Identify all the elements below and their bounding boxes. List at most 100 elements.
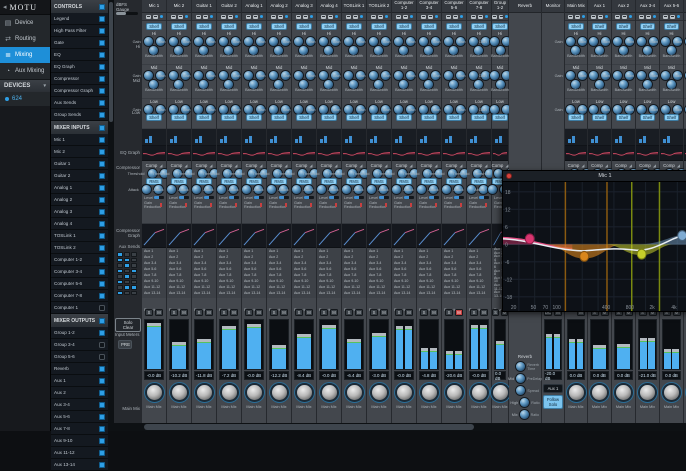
expand-icon[interactable]: ◢	[677, 163, 680, 168]
enable-toggle[interactable]	[99, 52, 105, 58]
hi-shelf-button[interactable]: Shelf	[296, 23, 312, 30]
low-shelf-button[interactable]: Shelf	[171, 114, 187, 121]
expand-icon[interactable]: ◢	[209, 163, 212, 168]
mixer-outputs-toggle[interactable]	[99, 318, 105, 324]
gate-icon[interactable]	[203, 15, 208, 19]
pan-knob[interactable]	[272, 385, 287, 400]
aux-send-slider[interactable]: Aux 13-14	[369, 292, 389, 296]
expand-icon[interactable]: ◢	[505, 163, 508, 168]
mute-button[interactable]: M	[455, 309, 463, 316]
list-item[interactable]: Compressor Graph	[51, 85, 108, 97]
eq-graph-thumbnail[interactable]	[588, 146, 611, 161]
eq-graph-thumbnail[interactable]	[217, 146, 241, 161]
mute-button[interactable]: M	[180, 309, 188, 316]
pan-knob[interactable]	[447, 385, 462, 400]
compressor-graph-thumbnail[interactable]	[167, 224, 191, 248]
aux-send-enable[interactable]	[117, 252, 123, 257]
aux-send-slider[interactable]: Aux 13-14	[344, 292, 364, 296]
gate-icon[interactable]	[253, 15, 258, 19]
aux-send-enable[interactable]	[131, 274, 137, 279]
comp-level-slider[interactable]	[479, 196, 489, 199]
aux-send-slider[interactable]: Aux 3-4	[419, 262, 439, 266]
aux-send-enable[interactable]	[131, 252, 137, 257]
aux-send-slider[interactable]: Aux 1	[219, 250, 239, 254]
mixer-inputs-header[interactable]: MIXER INPUTS	[51, 121, 108, 134]
hi-shelf-button[interactable]: Shelf	[446, 23, 462, 30]
solo-button[interactable]: S	[420, 309, 428, 316]
attack-knob[interactable]	[217, 185, 226, 194]
hi-shelf-button[interactable]: Shelf	[664, 23, 680, 30]
aux-send-slider[interactable]: Aux 3-4	[219, 262, 239, 266]
channel-name[interactable]: Computer 3-4	[417, 0, 441, 13]
reverb-send-slider[interactable]: Reverb	[267, 298, 291, 307]
aux-send-slider[interactable]: Aux 11-12	[394, 286, 414, 290]
gain-knob[interactable]	[369, 105, 378, 114]
pan-knob[interactable]	[422, 385, 437, 400]
expand-icon[interactable]: ◢	[284, 163, 287, 168]
gain-knob[interactable]	[419, 37, 428, 46]
hpf-icon[interactable]	[346, 15, 351, 19]
hpf-icon[interactable]	[271, 15, 276, 19]
pan-knob[interactable]	[493, 385, 508, 400]
back-icon[interactable]: ◂	[3, 3, 7, 11]
aux-send-slider[interactable]: Aux 9-10	[419, 280, 439, 284]
gain-knob[interactable]	[613, 37, 622, 46]
aux-send-slider[interactable]: Aux 3-4	[319, 262, 339, 266]
enable-toggle[interactable]	[99, 185, 105, 191]
list-item[interactable]: Mic 2	[51, 146, 108, 158]
compressor-graph-thumbnail[interactable]	[417, 224, 441, 248]
aux-send-enable[interactable]	[117, 258, 123, 263]
expand-icon[interactable]: ◢	[184, 163, 187, 168]
gate-icon[interactable]	[670, 15, 675, 19]
enable-toggle[interactable]	[99, 149, 105, 155]
close-icon[interactable]	[506, 173, 512, 179]
list-item[interactable]: Aux 3-4	[51, 399, 108, 411]
aux-send-slider[interactable]: Aux 11-12	[294, 286, 314, 290]
monitor-source-button[interactable]: Aux 1	[543, 384, 563, 393]
aux-send-enable[interactable]	[124, 269, 130, 274]
hi-shelf-button[interactable]: Shelf	[640, 23, 656, 30]
pan-knob[interactable]	[322, 385, 337, 400]
aux-send-slider[interactable]: Aux 9-10	[144, 280, 164, 284]
comp-level-slider[interactable]	[454, 196, 464, 199]
eq-graph-thumbnail[interactable]	[242, 146, 266, 161]
hpf-icon[interactable]	[146, 15, 151, 19]
aux-send-slider[interactable]: Aux 13-14	[144, 292, 164, 296]
attack-knob[interactable]	[142, 185, 151, 194]
attack-knob[interactable]	[192, 185, 201, 194]
comp-level-slider[interactable]	[329, 196, 339, 199]
gain-knob[interactable]	[319, 105, 328, 114]
reverb-send-slider[interactable]: Reverb	[292, 298, 316, 307]
comp-level-slider[interactable]	[279, 196, 289, 199]
pan-knob[interactable]	[297, 385, 312, 400]
reverb-send-slider[interactable]: Reverb	[242, 298, 266, 307]
reverb-send-slider[interactable]: Reverb	[392, 298, 416, 307]
gain-knob[interactable]	[444, 71, 453, 80]
pan-knob[interactable]	[664, 385, 679, 400]
aux-send-enable[interactable]	[131, 285, 137, 290]
hpf-icon[interactable]	[196, 15, 201, 19]
channel-name[interactable]: Reverb	[509, 0, 541, 13]
hpf-icon[interactable]	[221, 15, 226, 19]
channel-name[interactable]: Mic 1	[142, 0, 166, 13]
low-shelf-button[interactable]: Shelf	[446, 114, 462, 121]
aux-send-slider[interactable]: Aux 2	[319, 256, 339, 260]
solo-button[interactable]: S	[492, 309, 499, 316]
aux-send-slider[interactable]: Aux 11-12	[169, 286, 189, 290]
aux-send-slider[interactable]: Aux 3-4	[269, 262, 289, 266]
pan-knob[interactable]	[347, 385, 362, 400]
aux-send-slider[interactable]: Aux 5-6	[169, 268, 189, 272]
list-item[interactable]: Aux 7-8	[51, 423, 108, 435]
pan-knob[interactable]	[147, 385, 162, 400]
gain-knob[interactable]	[566, 37, 575, 46]
attack-knob[interactable]	[442, 185, 451, 194]
attack-knob[interactable]	[488, 185, 497, 194]
aux-send-slider[interactable]: Aux 9-10	[244, 280, 264, 284]
solo-button[interactable]: S	[470, 309, 478, 316]
aux-send-slider[interactable]: Aux 13-14	[169, 292, 189, 296]
list-item[interactable]: Aux 2	[51, 387, 108, 399]
comp-mode-button[interactable]: RMS	[246, 178, 261, 185]
gain-knob[interactable]	[219, 71, 228, 80]
eq-graph-thumbnail[interactable]	[342, 146, 366, 161]
hi-shelf-button[interactable]: Shelf	[146, 23, 162, 30]
